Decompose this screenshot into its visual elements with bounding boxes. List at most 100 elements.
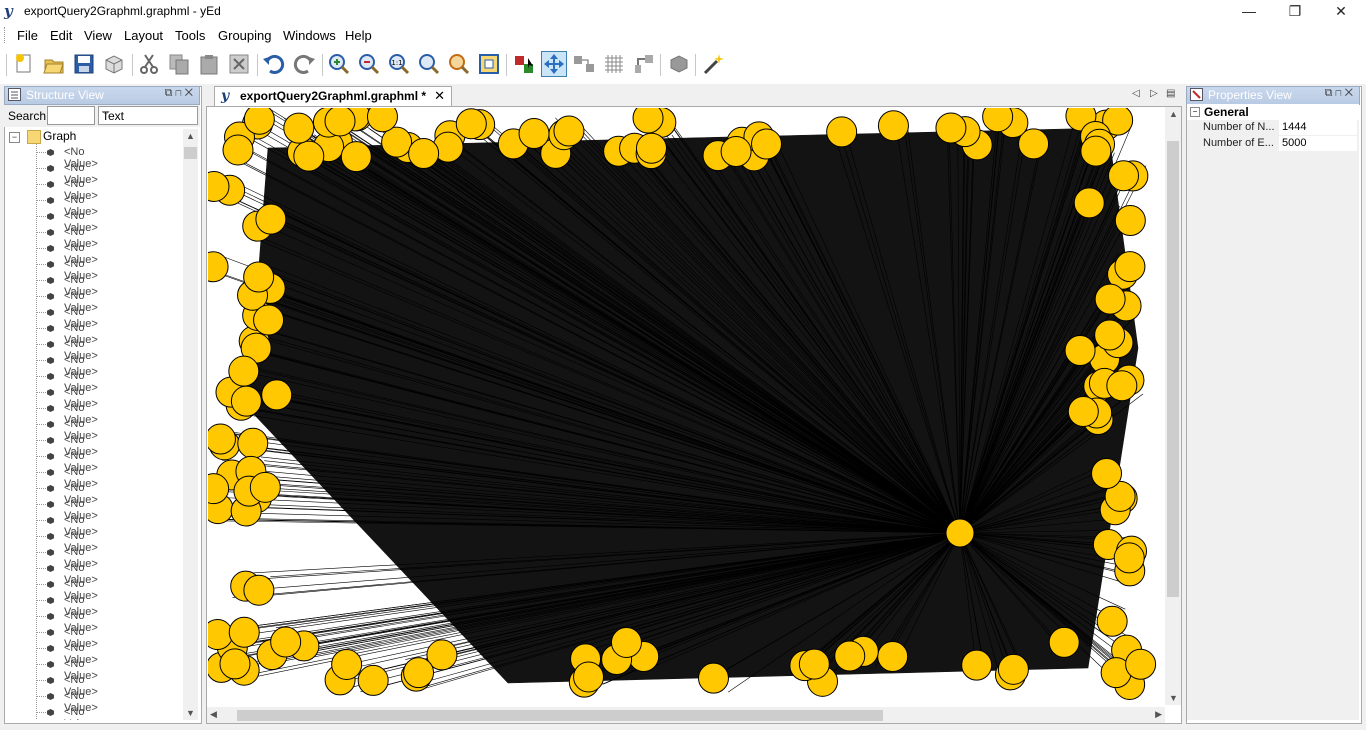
- scroll-up-icon[interactable]: ▲: [186, 131, 195, 141]
- graph-node[interactable]: [208, 619, 234, 651]
- navigation-mode-icon[interactable]: [541, 51, 567, 77]
- graph-node[interactable]: [243, 261, 275, 293]
- canvas-horizontal-scrollbar[interactable]: ◀ ▶: [207, 707, 1165, 723]
- graph-node[interactable]: [261, 379, 293, 411]
- graph-node[interactable]: [455, 108, 487, 140]
- graph-node[interactable]: [253, 304, 285, 336]
- zoom-1-1-icon[interactable]: 1:1: [387, 52, 411, 76]
- grid-icon[interactable]: [602, 52, 626, 76]
- tab-next-icon[interactable]: ▷: [1150, 88, 1158, 99]
- close-button[interactable]: ✕: [1318, 0, 1364, 22]
- plugins-icon[interactable]: [667, 52, 691, 76]
- graph-node[interactable]: [222, 134, 254, 166]
- paste-icon[interactable]: [197, 52, 221, 76]
- close-tab-icon[interactable]: ✕: [434, 88, 445, 104]
- graph-node[interactable]: [635, 132, 667, 164]
- graph-node[interactable]: [1114, 205, 1146, 237]
- graph-node[interactable]: [403, 657, 435, 689]
- graph-node[interactable]: [518, 118, 550, 150]
- graph-node[interactable]: [230, 385, 262, 417]
- graph-node[interactable]: [1113, 542, 1145, 574]
- graph-node[interactable]: [1064, 335, 1096, 367]
- graph-node[interactable]: [331, 648, 363, 680]
- scroll-down-icon[interactable]: ▼: [1169, 693, 1178, 703]
- graph-node[interactable]: [243, 574, 275, 606]
- graph-node[interactable]: [935, 112, 967, 144]
- graph-node[interactable]: [1048, 626, 1080, 658]
- graph-node[interactable]: [961, 649, 993, 681]
- minimize-button[interactable]: —: [1226, 0, 1272, 22]
- properties-group-general[interactable]: − General: [1187, 104, 1359, 120]
- new-document-icon[interactable]: [12, 52, 36, 76]
- graph-node[interactable]: [208, 251, 229, 283]
- zoom-fit-icon[interactable]: [417, 52, 441, 76]
- copy-icon[interactable]: [167, 52, 191, 76]
- zoom-in-icon[interactable]: [327, 52, 351, 76]
- graph-node[interactable]: [219, 648, 251, 680]
- graph-node[interactable]: [1108, 160, 1140, 192]
- scroll-left-icon[interactable]: ◀: [210, 709, 217, 720]
- graph-node[interactable]: [357, 664, 389, 696]
- collapse-toggle-icon[interactable]: −: [1190, 107, 1200, 117]
- tab-list-icon[interactable]: ▤: [1166, 88, 1175, 99]
- graph-node[interactable]: [237, 427, 269, 459]
- graph-node[interactable]: [1096, 605, 1128, 637]
- menu-help[interactable]: Help: [345, 28, 372, 43]
- orthogonal-edges-icon[interactable]: [632, 52, 656, 76]
- menu-edit[interactable]: Edit: [50, 28, 72, 43]
- panel-controls[interactable]: ⧉⊓✕: [1325, 87, 1356, 100]
- property-row-nodes[interactable]: Number of N... 1444: [1187, 120, 1359, 136]
- zoom-area-icon[interactable]: [447, 52, 471, 76]
- graph-node[interactable]: [697, 662, 729, 694]
- graph-canvas[interactable]: ▲ ▼ ◀ ▶: [206, 106, 1182, 724]
- restore-button[interactable]: ❐: [1272, 0, 1318, 22]
- collapse-toggle-icon[interactable]: −: [9, 132, 20, 143]
- hub-node[interactable]: [945, 518, 975, 548]
- graph-node[interactable]: [826, 116, 858, 148]
- graph-node[interactable]: [255, 203, 287, 235]
- graph-node[interactable]: [877, 640, 909, 672]
- menu-view[interactable]: View: [84, 28, 112, 43]
- property-value[interactable]: 1444: [1279, 120, 1357, 135]
- menu-tools[interactable]: Tools: [175, 28, 205, 43]
- graph-node[interactable]: [208, 423, 236, 455]
- graph-drawing[interactable]: [208, 108, 1164, 706]
- menu-layout[interactable]: Layout: [124, 28, 163, 43]
- export-icon[interactable]: [102, 52, 126, 76]
- zoom-out-icon[interactable]: [357, 52, 381, 76]
- fit-content-icon[interactable]: [477, 52, 501, 76]
- graph-node[interactable]: [340, 141, 372, 173]
- scroll-up-icon[interactable]: ▲: [1169, 109, 1178, 119]
- graph-node[interactable]: [1094, 283, 1126, 315]
- graph-node[interactable]: [228, 616, 260, 648]
- graph-node[interactable]: [1114, 251, 1146, 283]
- graph-node[interactable]: [751, 128, 783, 160]
- canvas-vertical-scrollbar[interactable]: ▲ ▼: [1165, 107, 1181, 705]
- graph-node[interactable]: [228, 355, 260, 387]
- graph-node[interactable]: [720, 136, 752, 168]
- undo-icon[interactable]: [262, 52, 286, 76]
- scroll-thumb[interactable]: [1167, 141, 1179, 597]
- menu-windows[interactable]: Windows: [283, 28, 336, 43]
- graph-node[interactable]: [834, 640, 866, 672]
- graph-node[interactable]: [632, 108, 664, 134]
- save-icon[interactable]: [72, 52, 96, 76]
- property-value[interactable]: 5000: [1279, 136, 1357, 151]
- graph-node[interactable]: [1125, 648, 1157, 680]
- graph-node[interactable]: [270, 626, 302, 658]
- scroll-thumb[interactable]: [184, 147, 197, 159]
- panel-controls[interactable]: ⧉⊓✕: [165, 87, 196, 100]
- graph-node[interactable]: [1073, 187, 1105, 219]
- graph-node[interactable]: [798, 648, 830, 680]
- search-input[interactable]: [47, 106, 95, 125]
- menu-grouping[interactable]: Grouping: [218, 28, 271, 43]
- scroll-down-icon[interactable]: ▼: [186, 708, 195, 718]
- graph-node[interactable]: [293, 140, 325, 172]
- tab-prev-icon[interactable]: ◁: [1132, 88, 1140, 99]
- graph-node[interactable]: [997, 653, 1029, 685]
- scroll-thumb[interactable]: [237, 710, 883, 721]
- snapping-icon[interactable]: [572, 52, 596, 76]
- graph-node[interactable]: [1091, 457, 1123, 489]
- graph-node[interactable]: [1067, 395, 1099, 427]
- search-filter-select[interactable]: Text ⌵: [98, 106, 198, 125]
